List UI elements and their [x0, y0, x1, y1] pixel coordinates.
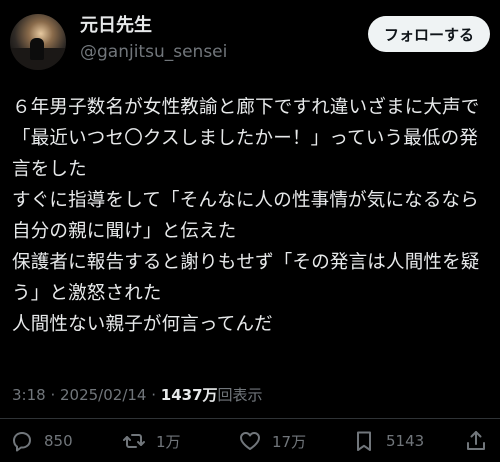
- tweet-time[interactable]: 3:18: [12, 386, 46, 404]
- author-handle[interactable]: @ganjitsu_sensei: [80, 40, 227, 64]
- avatar[interactable]: [10, 14, 66, 70]
- views-label: 回表示: [217, 386, 263, 404]
- avatar-figure: [30, 38, 44, 60]
- share-button[interactable]: [464, 424, 488, 458]
- action-bar: 850 1万 17万 5143: [0, 424, 500, 458]
- repost-button[interactable]: 1万: [122, 424, 181, 458]
- tweet-date[interactable]: 2025/02/14: [60, 386, 146, 404]
- meta-separator: ·: [45, 386, 60, 404]
- like-button[interactable]: 17万: [238, 424, 306, 458]
- author-names: 元日先生 @ganjitsu_sensei: [80, 14, 227, 64]
- views-count: 1437万: [160, 386, 218, 404]
- repost-count: 1万: [156, 432, 181, 451]
- reply-count: 850: [44, 432, 73, 450]
- tweet-text: ６年男子数名が女性教諭と廊下ですれ違いざまに大声で「最近いつセ〇クスしましたかー…: [12, 97, 480, 335]
- bookmark-icon: [357, 431, 371, 451]
- tweet-header: 元日先生 @ganjitsu_sensei フォローする: [10, 10, 490, 70]
- author-display-name[interactable]: 元日先生: [80, 14, 227, 38]
- like-count: 17万: [272, 432, 307, 451]
- meta-separator: ·: [146, 386, 161, 404]
- reply-button[interactable]: 850: [10, 424, 73, 458]
- bookmark-count: 5143: [386, 432, 425, 450]
- follow-button[interactable]: フォローする: [368, 16, 490, 52]
- bookmark-button[interactable]: 5143: [352, 424, 424, 458]
- share-icon: [467, 431, 485, 450]
- reply-icon: [13, 432, 31, 452]
- repost-icon: [123, 434, 145, 448]
- heart-icon: [240, 432, 260, 450]
- divider: [0, 418, 500, 419]
- tweet-meta: 3:18 · 2025/02/14 · 1437万回表示: [12, 384, 263, 406]
